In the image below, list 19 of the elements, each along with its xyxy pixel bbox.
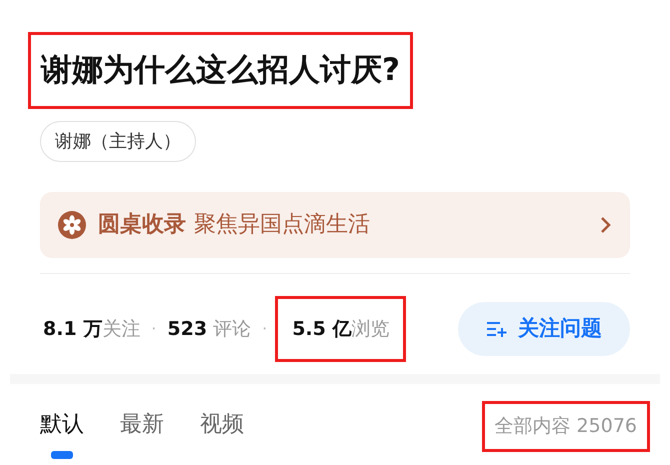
stat-text: 8.1 万关注 xyxy=(43,316,140,342)
tab-indicator xyxy=(51,451,73,459)
chevron-right-icon xyxy=(600,216,612,234)
dot-separator: · xyxy=(151,318,156,340)
topic-tag[interactable]: 谢娜（主持人） xyxy=(40,120,196,162)
follow-question-button[interactable]: 关注问题 xyxy=(458,302,630,356)
stat-text: 523 评论 xyxy=(167,316,252,342)
list-add-icon xyxy=(486,320,508,338)
stat-text: 5.5 亿浏览 xyxy=(292,316,390,342)
banner-name: 圆桌收录 xyxy=(98,211,186,239)
flower-icon xyxy=(58,210,86,238)
sort-tab[interactable]: 默认 xyxy=(40,404,84,445)
question-title: 谢娜为什么这么招人讨厌? xyxy=(28,32,413,108)
banner-description: 聚焦异国点滴生活 xyxy=(194,211,370,239)
sort-tab[interactable]: 最新 xyxy=(120,404,164,445)
total-count: 全部内容 25076 xyxy=(482,401,650,452)
sort-tab[interactable]: 视频 xyxy=(200,404,244,445)
dot-separator: · xyxy=(262,318,268,340)
roundtable-banner[interactable]: 圆桌收录 聚焦异国点滴生活 xyxy=(40,192,630,258)
